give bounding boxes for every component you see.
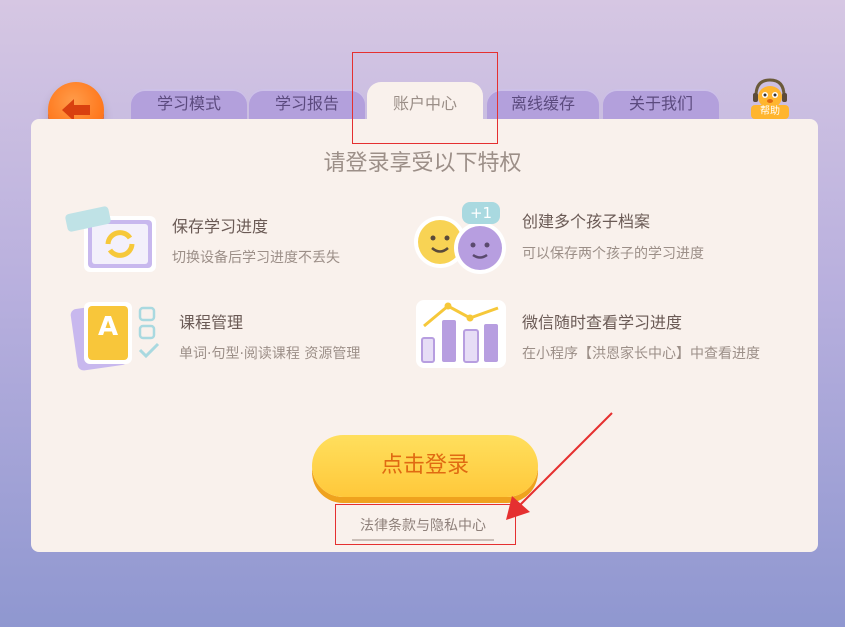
annotation-arrow [506, 412, 613, 520]
